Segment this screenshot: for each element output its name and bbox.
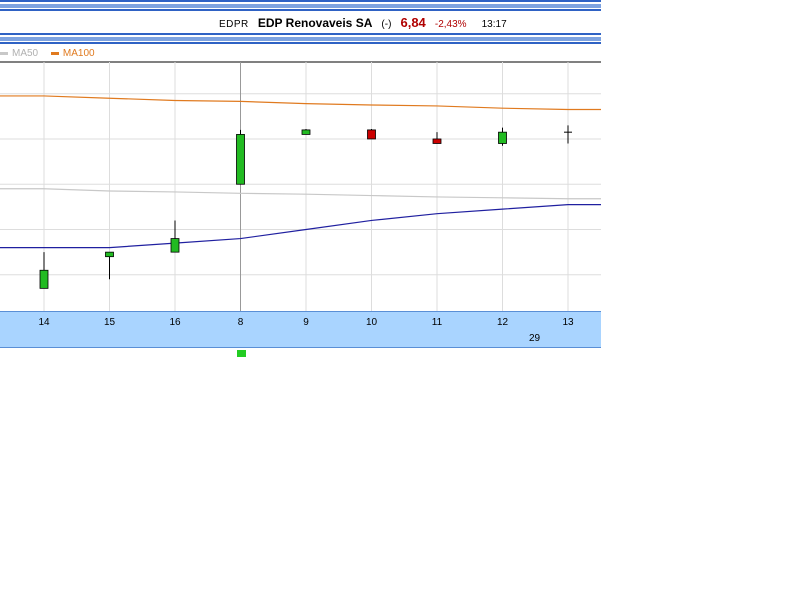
x-tick-label-9: 9 <box>303 317 309 328</box>
crosshair-marker[interactable] <box>237 350 246 357</box>
x-tick-label-12: 12 <box>496 317 509 328</box>
candle-body-10 <box>367 129 376 140</box>
chart-grid <box>0 61 601 311</box>
candle-body-11 <box>432 138 442 144</box>
ma100-line <box>0 95 601 111</box>
x-tick-label-14: 14 <box>38 317 50 328</box>
candle-body-15 <box>105 251 114 258</box>
x-tick-label-8: 8 <box>237 317 244 328</box>
price-chart[interactable] <box>0 0 601 311</box>
ma50-line <box>0 188 601 200</box>
candle-body-8 <box>236 134 245 185</box>
x-tick-label-10: 10 <box>365 317 378 328</box>
candle-body-14 <box>39 269 49 289</box>
x-tick-label-15: 15 <box>103 317 116 328</box>
x-axis-month-label: 29 <box>529 333 541 344</box>
chart-widget: EDPR EDP Renovaveis SA (-) 6,84 -2,43% 1… <box>0 0 601 360</box>
candle-body-16 <box>170 238 180 253</box>
x-axis-bar: 14 15 16 8 9 10 11 12 13 29 <box>0 311 601 348</box>
x-tick-label-13: 13 <box>562 317 574 328</box>
candle-body-12 <box>498 131 507 144</box>
x-tick-label-11: 11 <box>431 317 443 328</box>
extra-ma-line <box>0 204 601 249</box>
x-tick-label-16: 16 <box>169 317 181 328</box>
candle-body-9 <box>301 129 311 135</box>
moving-average-lines <box>0 95 601 249</box>
